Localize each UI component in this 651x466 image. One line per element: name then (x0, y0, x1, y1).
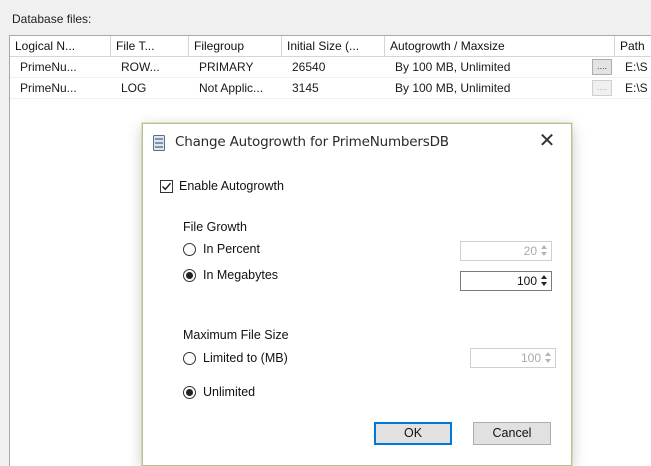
cell-logical-name: PrimeNu... (20, 60, 77, 74)
cell-path: E:\S (625, 60, 648, 74)
megabytes-value: 100 (516, 274, 537, 288)
cell-file-type: LOG (121, 81, 147, 95)
dialog-title: Change Autogrowth for PrimeNumbersDB (175, 134, 449, 150)
autogrowth-edit-button[interactable]: .... (592, 59, 612, 75)
enable-autogrowth-checkbox[interactable] (160, 180, 173, 193)
percent-stepper[interactable]: 20 (460, 241, 552, 261)
stepper-arrows-icon[interactable] (539, 243, 550, 259)
column-header-initial-size[interactable]: Initial Size (... (282, 36, 385, 57)
column-header-file-type[interactable]: File T... (111, 36, 189, 57)
cell-autogrowth: By 100 MB, Unlimited (395, 81, 511, 95)
cell-autogrowth: By 100 MB, Unlimited (395, 60, 511, 74)
in-percent-radio[interactable] (183, 243, 196, 256)
table-row[interactable]: PrimeNu... ROW... PRIMARY 26540 By 100 M… (10, 57, 651, 78)
in-percent-label: In Percent (203, 242, 260, 256)
unlimited-radio[interactable] (183, 386, 196, 399)
limited-label: Limited to (MB) (203, 351, 288, 365)
unlimited-label: Unlimited (203, 385, 256, 399)
table-row[interactable]: PrimeNu... LOG Not Applic... 3145 By 100… (10, 78, 651, 99)
dialog-titlebar[interactable]: Change Autogrowth for PrimeNumbersDB ✕ (143, 124, 571, 161)
ok-button[interactable]: OK (374, 422, 452, 445)
column-header-autogrowth[interactable]: Autogrowth / Maxsize (385, 36, 615, 57)
stepper-arrows-icon[interactable] (539, 273, 550, 289)
cell-path: E:\S (625, 81, 648, 95)
in-megabytes-radio[interactable] (183, 269, 196, 282)
enable-autogrowth-label: Enable Autogrowth (179, 179, 284, 193)
cell-file-type: ROW... (121, 60, 160, 74)
database-icon (153, 135, 165, 151)
limited-value: 100 (520, 351, 541, 365)
cancel-button[interactable]: Cancel (473, 422, 551, 445)
change-autogrowth-dialog: Change Autogrowth for PrimeNumbersDB ✕ E… (142, 123, 572, 466)
cell-initial-size[interactable]: 26540 (282, 57, 385, 78)
database-files-label: Database files: (12, 12, 92, 26)
autogrowth-edit-button[interactable]: .... (592, 80, 612, 96)
cell-filegroup: Not Applic... (199, 81, 264, 95)
limited-stepper[interactable]: 100 (470, 348, 556, 368)
max-file-size-heading: Maximum File Size (183, 328, 289, 342)
column-header-path[interactable]: Path (615, 36, 651, 57)
in-megabytes-label: In Megabytes (203, 268, 279, 282)
stepper-arrows-icon[interactable] (543, 350, 554, 366)
column-header-logical-name[interactable]: Logical N... (10, 36, 111, 57)
checkmark-icon (162, 182, 172, 191)
grid-header: Logical N... File T... Filegroup Initial… (10, 36, 651, 57)
column-header-filegroup[interactable]: Filegroup (189, 36, 282, 57)
cell-logical-name: PrimeNu... (20, 81, 77, 95)
percent-value: 20 (523, 244, 537, 258)
cell-filegroup: PRIMARY (199, 60, 254, 74)
close-icon[interactable]: ✕ (537, 131, 557, 151)
file-growth-heading: File Growth (183, 220, 247, 234)
cell-initial-size[interactable]: 3145 (282, 78, 385, 99)
megabytes-stepper[interactable]: 100 (460, 271, 552, 291)
limited-radio[interactable] (183, 352, 196, 365)
